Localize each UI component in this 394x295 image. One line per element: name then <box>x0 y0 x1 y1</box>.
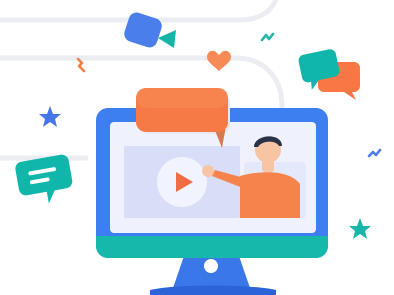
heart-icon <box>207 50 231 71</box>
squiggle-blue-icon <box>367 148 382 158</box>
squiggle-orange-icon <box>76 57 86 73</box>
star-blue-icon <box>39 106 61 127</box>
illustration-art <box>15 12 382 295</box>
monitor-stand-hole <box>204 259 218 273</box>
message-bubble-icon <box>15 154 73 204</box>
video-camera-icon <box>124 12 176 48</box>
chat-bubbles-icon <box>298 49 360 100</box>
squiggle-teal-icon <box>260 32 275 42</box>
monitor-bezel <box>96 236 328 258</box>
monitor-base <box>150 285 276 295</box>
monitor <box>96 108 328 295</box>
star-teal-icon <box>349 218 371 239</box>
video-call-illustration <box>0 0 394 295</box>
